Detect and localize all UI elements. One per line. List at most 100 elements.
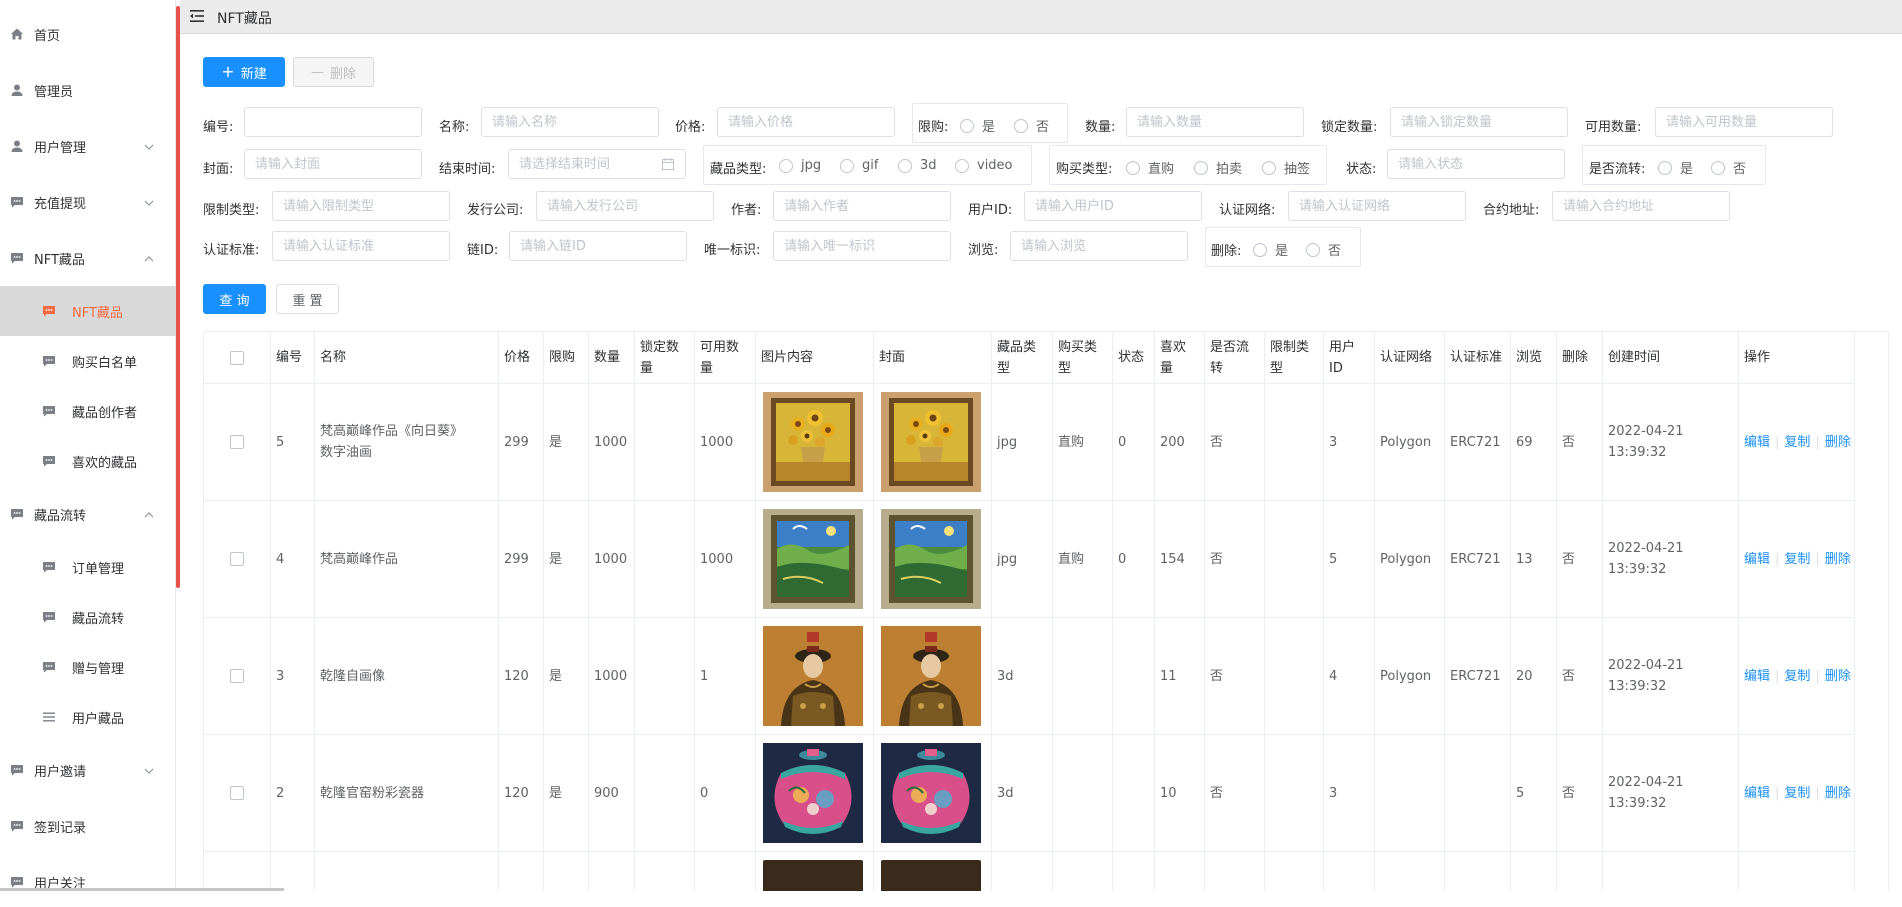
edit-link[interactable]: 编辑 xyxy=(1744,786,1770,801)
edit-link[interactable]: 编辑 xyxy=(1744,552,1770,567)
column-header-label: 可用数量 xyxy=(700,337,739,379)
copy-link[interactable]: 复制 xyxy=(1784,786,1810,801)
sidebar-item-follow[interactable]: 用户关注 xyxy=(0,857,176,907)
deleted-yes-radio[interactable]: 是 xyxy=(1253,240,1288,259)
cell-uid: 3 xyxy=(1329,785,1338,801)
row-checkbox[interactable] xyxy=(230,552,244,566)
ctype-3d-radio[interactable]: 3d xyxy=(898,158,937,173)
views-input[interactable] xyxy=(1010,231,1188,261)
sidebar-subitem-orders[interactable]: 订单管理 xyxy=(0,542,176,592)
sidebar-item-invite[interactable]: 用户邀请 xyxy=(0,745,176,795)
menu-fold-icon[interactable] xyxy=(190,10,204,22)
query-button[interactable]: 查 询 xyxy=(203,284,266,314)
nft-image[interactable] xyxy=(763,860,863,891)
table-cell xyxy=(1324,852,1375,891)
limit-yes-radio[interactable]: 是 xyxy=(960,116,995,135)
sidebar-subitem-gift[interactable]: 赠与管理 xyxy=(0,642,176,692)
column-header: 封面 xyxy=(874,332,992,384)
id-input[interactable] xyxy=(244,107,422,137)
edit-link[interactable]: 编辑 xyxy=(1744,435,1770,450)
table-cell: 否 xyxy=(1205,501,1265,618)
sidebar-item-recharge[interactable]: 充值提现 xyxy=(0,177,176,227)
standard-input[interactable] xyxy=(272,231,450,261)
cell-network: Polygon xyxy=(1380,434,1432,450)
sidebar-item-users[interactable]: 用户管理 xyxy=(0,121,176,171)
sidebar-item-admin[interactable]: 管理员 xyxy=(0,65,176,115)
sidebar-subitem-nft[interactable]: NFT藏品 xyxy=(0,286,176,336)
nft-image[interactable] xyxy=(763,392,863,492)
table-cell: 1000 xyxy=(589,384,635,501)
reset-button[interactable]: 重 置 xyxy=(276,284,339,314)
transfer-yes-radio[interactable]: 是 xyxy=(1658,158,1693,177)
table-cell xyxy=(874,852,992,891)
price-input[interactable] xyxy=(717,107,895,137)
end-time-picker[interactable] xyxy=(508,149,686,179)
delete-link[interactable]: 删除 xyxy=(1825,435,1851,450)
edit-link[interactable]: 编辑 xyxy=(1744,669,1770,684)
nft-image[interactable] xyxy=(763,626,863,726)
sidebar-item-home[interactable]: 首页 xyxy=(0,9,176,59)
deleted-no-radio[interactable]: 否 xyxy=(1306,240,1341,259)
publisher-input[interactable] xyxy=(536,191,714,221)
table-cell: 120 xyxy=(499,618,544,735)
new-button[interactable]: + 新建 xyxy=(203,57,285,87)
row-checkbox[interactable] xyxy=(230,786,244,800)
column-header-label: 用户 ID xyxy=(1329,337,1355,379)
cell-limit: 是 xyxy=(549,785,563,801)
locked-input[interactable] xyxy=(1390,107,1568,137)
btype-lottery-radio[interactable]: 抽签 xyxy=(1262,158,1310,177)
copy-link[interactable]: 复制 xyxy=(1784,435,1810,450)
nft-image[interactable] xyxy=(881,860,981,891)
table-cell xyxy=(1053,735,1113,852)
table-cell xyxy=(1265,852,1324,891)
nft-image[interactable] xyxy=(763,509,863,609)
table-cell: 是 xyxy=(544,735,589,852)
network-input[interactable] xyxy=(1288,191,1466,221)
sidebar-item-nft[interactable]: NFT藏品 xyxy=(0,233,176,283)
sidebar-scrollbar[interactable] xyxy=(176,6,180,588)
delete-button[interactable]: — 删除 xyxy=(293,57,374,87)
btype-direct-radio[interactable]: 直购 xyxy=(1126,158,1174,177)
ctype-video-radio[interactable]: video xyxy=(955,158,1013,173)
status-input[interactable] xyxy=(1387,149,1565,179)
sidebar-subitem-creators[interactable]: 藏品创作者 xyxy=(0,386,176,436)
row-checkbox[interactable] xyxy=(230,435,244,449)
qty-input[interactable] xyxy=(1126,107,1304,137)
nft-image[interactable] xyxy=(763,743,863,843)
sidebar-item-label: NFT藏品 xyxy=(34,252,85,268)
btype-auction-radio[interactable]: 拍卖 xyxy=(1194,158,1242,177)
nft-cover-image[interactable] xyxy=(881,392,981,492)
limit-no-radio[interactable]: 否 xyxy=(1014,116,1049,135)
author-input[interactable] xyxy=(773,191,951,221)
delete-link[interactable]: 删除 xyxy=(1825,786,1851,801)
ctype-jpg-radio[interactable]: jpg xyxy=(779,158,821,173)
delete-link[interactable]: 删除 xyxy=(1825,552,1851,567)
sidebar-subitem-liked[interactable]: 喜欢的藏品 xyxy=(0,436,176,486)
uid-input[interactable] xyxy=(1024,191,1202,221)
select-all-checkbox[interactable] xyxy=(230,350,244,365)
nft-cover-image[interactable] xyxy=(881,509,981,609)
sidebar-item-checkin[interactable]: 签到记录 xyxy=(0,801,176,851)
copy-link[interactable]: 复制 xyxy=(1784,669,1810,684)
cover-input[interactable] xyxy=(244,149,422,179)
sidebar-item-flow[interactable]: 藏品流转 xyxy=(0,489,176,539)
chain-input[interactable] xyxy=(509,231,687,261)
name-input[interactable] xyxy=(481,107,659,137)
list-icon xyxy=(42,710,56,724)
copy-link[interactable]: 复制 xyxy=(1784,552,1810,567)
nft-cover-image[interactable] xyxy=(881,626,981,726)
delete-link[interactable]: 删除 xyxy=(1825,669,1851,684)
avail-input[interactable] xyxy=(1655,107,1833,137)
sidebar-subitem-user-nft[interactable]: 用户藏品 xyxy=(0,692,176,742)
transfer-no-radio[interactable]: 否 xyxy=(1711,158,1746,177)
ltype-input[interactable] xyxy=(272,191,450,221)
contract-input[interactable] xyxy=(1552,191,1730,221)
sidebar-item-label: 充值提现 xyxy=(34,196,87,212)
sidebar-subitem-transfer[interactable]: 藏品流转 xyxy=(0,592,176,642)
sidebar-subitem-whitelist[interactable]: 购买白名单 xyxy=(0,336,176,386)
row-checkbox[interactable] xyxy=(230,669,244,683)
ctype-gif-radio[interactable]: gif xyxy=(840,158,878,173)
cell-likes: 10 xyxy=(1160,785,1177,801)
uniq-input[interactable] xyxy=(773,231,951,261)
nft-cover-image[interactable] xyxy=(881,743,981,843)
